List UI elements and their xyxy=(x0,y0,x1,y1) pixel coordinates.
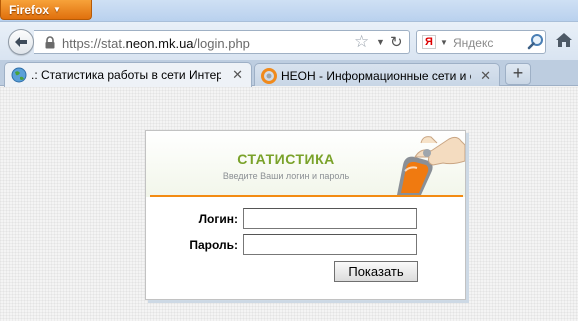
chevron-down-icon: ▼ xyxy=(53,5,61,14)
tab-neon[interactable]: НЕОН - Информационные сети и систе... ✕ xyxy=(254,63,500,86)
url-bar[interactable]: https://stat.neon.mk.ua/login.php ☆ ▼ ↻ xyxy=(34,30,410,54)
yandex-icon[interactable]: Я xyxy=(422,35,436,49)
plus-icon: + xyxy=(512,63,524,83)
login-row: Логин: xyxy=(146,208,465,230)
navigation-toolbar: https://stat.neon.mk.ua/login.php ☆ ▼ ↻ … xyxy=(0,22,578,60)
url-prefix: https://stat. xyxy=(62,36,126,51)
password-input[interactable] xyxy=(243,234,417,255)
tab-label: НЕОН - Информационные сети и систе... xyxy=(281,69,471,83)
tab-statistics[interactable]: .: Статистика работы в сети Интерне... ✕ xyxy=(4,62,252,87)
tab-label: .: Статистика работы в сети Интерне... xyxy=(31,68,221,82)
login-input[interactable] xyxy=(243,208,417,229)
search-input[interactable]: Яндекс xyxy=(453,36,493,50)
back-button[interactable] xyxy=(8,29,34,55)
firefox-menu-button[interactable]: Firefox ▼ xyxy=(0,0,92,20)
login-title: СТАТИСТИКА xyxy=(237,151,335,167)
title-bar: Firefox ▼ xyxy=(0,0,578,22)
login-label: Логин: xyxy=(198,212,238,226)
lock-icon xyxy=(45,36,55,49)
firefox-menu-label: Firefox xyxy=(9,3,50,17)
header-divider xyxy=(150,195,463,197)
new-tab-button[interactable]: + xyxy=(505,63,531,85)
search-bar[interactable]: Я ▼ Яндекс xyxy=(416,30,546,54)
password-row: Пароль: xyxy=(146,234,465,256)
home-icon[interactable] xyxy=(555,31,573,49)
login-panel: СТАТИСТИКА Введите Ваши логин и пароль Л… xyxy=(145,130,466,300)
history-dropdown-icon[interactable]: ▼ xyxy=(376,37,385,47)
page-content: СТАТИСТИКА Введите Ваши логин и пароль Л… xyxy=(0,87,578,321)
show-button[interactable]: Показать xyxy=(334,261,418,282)
hand-with-device-icon xyxy=(397,136,465,195)
globe-icon xyxy=(11,67,27,83)
tab-bar: .: Статистика работы в сети Интерне... ✕… xyxy=(0,60,578,87)
neon-icon xyxy=(261,68,277,84)
search-icon[interactable] xyxy=(527,33,545,51)
url-text[interactable]: https://stat.neon.mk.ua/login.php xyxy=(62,36,250,51)
back-arrow-icon xyxy=(15,37,27,47)
url-path: /login.php xyxy=(193,36,250,51)
password-label: Пароль: xyxy=(189,238,238,252)
search-engine-dropdown-icon[interactable]: ▼ xyxy=(440,38,448,47)
login-subtitle: Введите Ваши логин и пароль xyxy=(222,171,350,181)
bookmark-star-icon[interactable]: ☆ xyxy=(354,32,369,52)
close-icon[interactable]: ✕ xyxy=(232,67,243,83)
reload-icon[interactable]: ↻ xyxy=(390,33,403,51)
login-header: СТАТИСТИКА Введите Ваши логин и пароль xyxy=(146,131,465,197)
url-domain: neon.mk.ua xyxy=(125,36,194,51)
close-icon[interactable]: ✕ xyxy=(480,68,491,84)
